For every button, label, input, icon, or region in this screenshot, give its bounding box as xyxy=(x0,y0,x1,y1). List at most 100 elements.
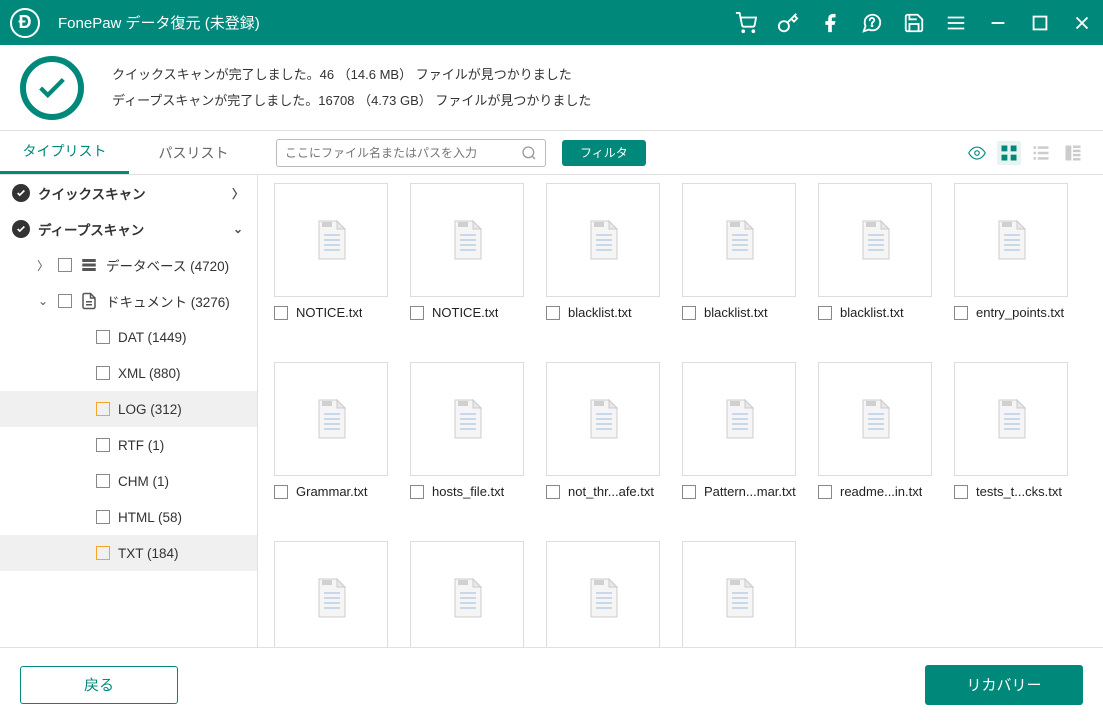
key-icon[interactable] xyxy=(777,12,799,34)
checkbox[interactable] xyxy=(58,294,72,308)
file-thumbnail[interactable] xyxy=(818,183,932,297)
file-thumbnail[interactable] xyxy=(546,362,660,476)
sidebar-txt[interactable]: TXT (184) xyxy=(0,535,257,571)
database-icon xyxy=(80,256,98,274)
recover-button[interactable]: リカバリー xyxy=(925,665,1083,705)
file-checkbox[interactable] xyxy=(954,485,968,499)
app-logo-icon: Ð xyxy=(10,8,40,38)
file-thumbnail[interactable] xyxy=(274,183,388,297)
file-checkbox[interactable] xyxy=(410,306,424,320)
file-thumbnail[interactable] xyxy=(546,541,660,647)
file-item[interactable]: not_thr...afe.txt xyxy=(546,362,660,499)
file-thumbnail[interactable] xyxy=(954,362,1068,476)
sidebar-log[interactable]: LOG (312) xyxy=(0,391,257,427)
file-thumbnail[interactable] xyxy=(410,183,524,297)
file-checkbox[interactable] xyxy=(274,306,288,320)
search-icon[interactable] xyxy=(521,145,537,161)
sidebar-deep-scan[interactable]: ディープスキャン ⌄ xyxy=(0,211,257,247)
file-thumbnail[interactable] xyxy=(410,541,524,647)
file-item[interactable]: NOTICE.txt xyxy=(274,183,388,320)
file-checkbox[interactable] xyxy=(954,306,968,320)
maximize-icon[interactable] xyxy=(1029,12,1051,34)
sidebar-rtf[interactable]: RTF (1) xyxy=(0,427,257,463)
file-item[interactable]: NOTICE.txt xyxy=(410,183,524,320)
tab-type-list[interactable]: タイプリスト xyxy=(0,131,129,174)
file-thumbnail[interactable] xyxy=(682,362,796,476)
file-thumbnail[interactable] xyxy=(682,183,796,297)
checkbox[interactable] xyxy=(96,402,110,416)
back-button[interactable]: 戻る xyxy=(20,666,178,704)
minimize-icon[interactable] xyxy=(987,12,1009,34)
status-text: クイックスキャンが完了しました。46 （14.6 MB） ファイルが見つかりまし… xyxy=(112,62,591,114)
file-thumbnail[interactable] xyxy=(546,183,660,297)
menu-icon[interactable] xyxy=(945,12,967,34)
preview-icon[interactable] xyxy=(965,141,989,165)
sidebar-html[interactable]: HTML (58) xyxy=(0,499,257,535)
footer: 戻る リカバリー xyxy=(0,647,1103,721)
file-checkbox[interactable] xyxy=(274,485,288,499)
sidebar-quick-scan[interactable]: クイックスキャン 〉 xyxy=(0,175,257,211)
file-item[interactable]: Pattern...mar.txt xyxy=(682,362,796,499)
help-icon[interactable] xyxy=(861,12,883,34)
file-name: NOTICE.txt xyxy=(296,305,362,320)
search-box[interactable] xyxy=(276,139,546,167)
file-thumbnail[interactable] xyxy=(682,541,796,647)
file-checkbox[interactable] xyxy=(682,306,696,320)
save-icon[interactable] xyxy=(903,12,925,34)
toolbar: タイプリスト パスリスト フィルタ xyxy=(0,130,1103,175)
checkbox[interactable] xyxy=(96,474,110,488)
sidebar-chm[interactable]: CHM (1) xyxy=(0,463,257,499)
file-name: blacklist.txt xyxy=(704,305,768,320)
file-item[interactable]: top_level.txt xyxy=(546,541,660,647)
status-area: クイックスキャンが完了しました。46 （14.6 MB） ファイルが見つかりまし… xyxy=(0,45,1103,130)
file-item[interactable]: hosts_file.txt xyxy=(410,362,524,499)
file-item[interactable]: tests_t...tch.txt xyxy=(274,541,388,647)
file-item[interactable]: blacklist.txt xyxy=(546,183,660,320)
file-name: entry_points.txt xyxy=(976,305,1064,320)
file-checkbox[interactable] xyxy=(818,485,832,499)
file-thumbnail[interactable] xyxy=(818,362,932,476)
checkbox[interactable] xyxy=(96,330,110,344)
sidebar-xml[interactable]: XML (880) xyxy=(0,355,257,391)
checkbox[interactable] xyxy=(58,258,72,272)
filter-button[interactable]: フィルタ xyxy=(562,140,646,166)
file-checkbox[interactable] xyxy=(546,485,560,499)
sidebar-document[interactable]: ⌄ ドキュメント (3276) xyxy=(0,283,257,319)
list-view-icon[interactable] xyxy=(1029,141,1053,165)
file-name: Pattern...mar.txt xyxy=(704,484,796,499)
detail-view-icon[interactable] xyxy=(1061,141,1085,165)
file-thumbnail[interactable] xyxy=(274,541,388,647)
checkmark-icon xyxy=(12,220,30,238)
facebook-icon[interactable] xyxy=(819,12,841,34)
file-thumbnail[interactable] xyxy=(274,362,388,476)
file-item[interactable]: readme...in.txt xyxy=(818,362,932,499)
file-checkbox[interactable] xyxy=(682,485,696,499)
sidebar-dat[interactable]: DAT (1449) xyxy=(0,319,257,355)
close-icon[interactable] xyxy=(1071,12,1093,34)
checkbox[interactable] xyxy=(96,546,110,560)
titlebar-actions xyxy=(735,12,1093,34)
file-checkbox[interactable] xyxy=(546,306,560,320)
file-thumbnail[interactable] xyxy=(410,362,524,476)
checkbox[interactable] xyxy=(96,366,110,380)
grid-view-icon[interactable] xyxy=(997,141,1021,165)
status-line-2: ディープスキャンが完了しました。16708 （4.73 GB） ファイルが見つか… xyxy=(112,88,591,114)
search-input[interactable] xyxy=(285,146,521,160)
file-thumbnail[interactable] xyxy=(954,183,1068,297)
sidebar-database[interactable]: 〉 データベース (4720) xyxy=(0,247,257,283)
checkbox[interactable] xyxy=(96,438,110,452)
file-item[interactable]: Grammar.txt xyxy=(274,362,388,499)
file-checkbox[interactable] xyxy=(818,306,832,320)
file-checkbox[interactable] xyxy=(410,485,424,499)
cart-icon[interactable] xyxy=(735,12,757,34)
file-name: tests_t...cks.txt xyxy=(976,484,1062,499)
file-item[interactable]: LICENS...on.txt xyxy=(682,541,796,647)
checkbox[interactable] xyxy=(96,510,110,524)
tab-path-list[interactable]: パスリスト xyxy=(129,131,258,174)
file-item[interactable]: tests_th...lver.txt xyxy=(410,541,524,647)
titlebar: Ð FonePaw データ復元 (未登録) xyxy=(0,0,1103,45)
file-item[interactable]: blacklist.txt xyxy=(682,183,796,320)
file-item[interactable]: entry_points.txt xyxy=(954,183,1068,320)
file-item[interactable]: blacklist.txt xyxy=(818,183,932,320)
file-item[interactable]: tests_t...cks.txt xyxy=(954,362,1068,499)
